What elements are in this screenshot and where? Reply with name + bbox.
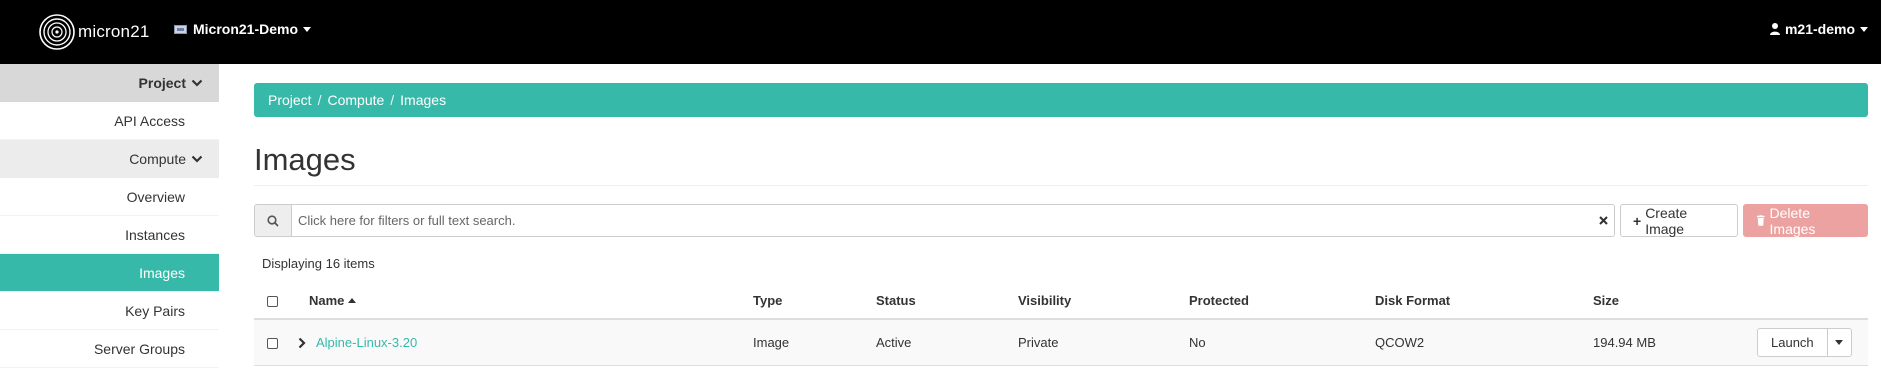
sidebar-item-key-pairs[interactable]: Key Pairs xyxy=(0,292,219,330)
select-all-checkbox[interactable] xyxy=(267,296,278,308)
sidebar-section-compute[interactable]: Compute xyxy=(0,140,219,178)
sidebar-section-project[interactable]: Project xyxy=(0,64,219,102)
image-size: 194.94 MB xyxy=(1593,319,1757,366)
sidebar-item-label: Instances xyxy=(125,226,185,243)
table-row: Alpine-Linux-3.20 Image Active Private N… xyxy=(254,319,1868,366)
sidebar-item-label: Overview xyxy=(126,188,185,205)
trash-icon xyxy=(1756,215,1765,226)
close-icon xyxy=(1598,216,1608,225)
search-icon xyxy=(267,214,279,227)
breadcrumb-compute[interactable]: Compute xyxy=(327,92,384,108)
table-toolbar: + Create Image Delete Images xyxy=(254,204,1868,237)
image-disk-format: QCOW2 xyxy=(1375,319,1593,366)
title-divider xyxy=(254,185,1868,186)
create-image-label: Create Image xyxy=(1645,204,1688,237)
column-header-size[interactable]: Size xyxy=(1593,283,1757,320)
delete-images-button[interactable]: Delete Images xyxy=(1743,204,1868,237)
clear-search-button[interactable] xyxy=(1592,205,1614,236)
column-header-actions xyxy=(1757,283,1868,320)
breadcrumb-separator: / xyxy=(390,92,395,108)
chevron-right-icon[interactable] xyxy=(297,337,307,349)
breadcrumb-project[interactable]: Project xyxy=(268,92,312,108)
sidebar-item-images[interactable]: Images xyxy=(0,254,219,292)
user-name: m21-demo xyxy=(1784,21,1855,37)
project-name: Micron21-Demo xyxy=(193,21,299,37)
breadcrumb-current: Images xyxy=(400,92,447,108)
micron21-logo-icon xyxy=(39,14,75,50)
sidebar-item-overview[interactable]: Overview xyxy=(0,178,219,216)
sidebar-item-label: Key Pairs xyxy=(125,302,185,319)
image-status: Active xyxy=(876,319,1018,366)
sidebar-item-label: Compute xyxy=(129,151,186,167)
main-content: Project / Compute / Images Images + xyxy=(254,83,1868,366)
search-bar xyxy=(254,204,1615,237)
table-header-row: Name Type Status Visibility Protected Di… xyxy=(254,283,1868,320)
chevron-down-icon xyxy=(191,79,203,87)
sidebar: Project API Access Compute Overview Inst… xyxy=(0,64,219,368)
delete-images-label: Delete Images xyxy=(1769,204,1816,237)
brand-name: micron21 xyxy=(78,22,150,41)
user-icon xyxy=(1769,23,1780,35)
column-header-name[interactable]: Name xyxy=(309,283,753,320)
search-input[interactable] xyxy=(292,205,1592,236)
search-addon xyxy=(255,205,292,236)
image-protected: No xyxy=(1189,319,1375,366)
caret-down-icon xyxy=(1835,339,1844,345)
column-header-disk-format[interactable]: Disk Format xyxy=(1375,283,1593,320)
images-table: Name Type Status Visibility Protected Di… xyxy=(254,283,1868,366)
project-icon xyxy=(174,24,187,34)
column-header-type[interactable]: Type xyxy=(753,283,876,320)
column-header-protected[interactable]: Protected xyxy=(1189,283,1375,320)
row-checkbox[interactable] xyxy=(267,337,278,349)
page-title: Images xyxy=(254,142,356,177)
plus-icon: + xyxy=(1633,212,1642,229)
chevron-down-icon xyxy=(191,155,203,163)
sidebar-item-server-groups[interactable]: Server Groups xyxy=(0,330,219,368)
column-header-status[interactable]: Status xyxy=(876,283,1018,320)
image-type: Image xyxy=(753,319,876,366)
sidebar-item-label: Project xyxy=(138,75,186,91)
sidebar-item-label: Images xyxy=(139,264,185,281)
sidebar-item-instances[interactable]: Instances xyxy=(0,216,219,254)
sidebar-item-label: Server Groups xyxy=(93,340,185,357)
sidebar-item-api-access[interactable]: API Access xyxy=(0,102,219,140)
image-visibility: Private xyxy=(1018,319,1189,366)
image-name-link[interactable]: Alpine-Linux-3.20 xyxy=(316,335,417,350)
sidebar-item-label: API Access xyxy=(114,112,185,129)
more-actions-button[interactable] xyxy=(1828,329,1851,356)
launch-button[interactable]: Launch xyxy=(1758,328,1828,356)
project-switcher[interactable]: Micron21-Demo xyxy=(174,21,312,37)
top-navbar: micron21 Micron21-Demo m21-demo xyxy=(0,0,1881,64)
breadcrumb-separator: / xyxy=(317,92,322,108)
brand-logo[interactable]: micron21 xyxy=(38,13,150,51)
user-menu[interactable]: m21-demo xyxy=(1769,21,1868,37)
caret-down-icon xyxy=(303,26,312,32)
sort-asc-icon xyxy=(348,298,357,303)
caret-down-icon xyxy=(1860,26,1868,32)
breadcrumb: Project / Compute / Images xyxy=(254,83,1868,117)
column-header-visibility[interactable]: Visibility xyxy=(1018,283,1189,320)
create-image-button[interactable]: + Create Image xyxy=(1620,204,1739,237)
item-count: Displaying 16 items xyxy=(262,256,375,271)
row-actions: Launch xyxy=(1757,327,1852,357)
